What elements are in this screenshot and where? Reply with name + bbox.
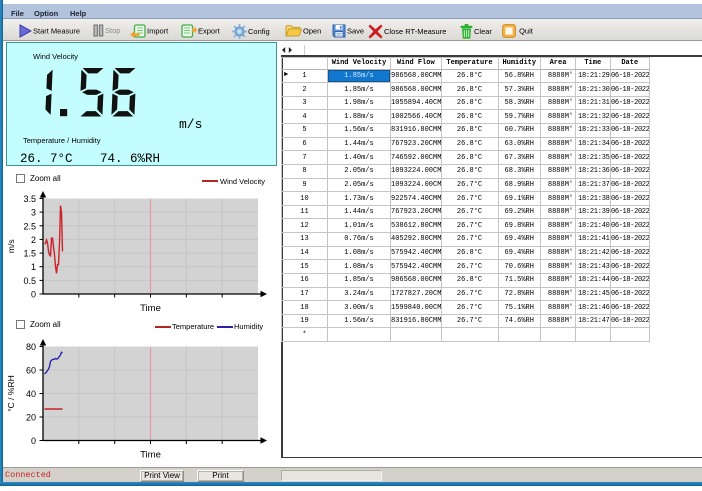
svg-text:°C / %RH: °C / %RH <box>6 375 16 411</box>
svg-text:Time: Time <box>140 303 161 314</box>
svg-text:2: 2 <box>31 235 36 245</box>
svg-text:1.5: 1.5 <box>23 249 36 259</box>
svg-text:Time: Time <box>140 450 161 461</box>
svg-text:3: 3 <box>31 208 36 218</box>
svg-text:0.5: 0.5 <box>23 276 36 286</box>
svg-text:0: 0 <box>31 436 36 446</box>
svg-text:1: 1 <box>31 262 36 272</box>
svg-text:3.5: 3.5 <box>23 194 36 204</box>
svg-text:20: 20 <box>26 413 36 423</box>
svg-text:40: 40 <box>26 389 36 399</box>
svg-text:2.5: 2.5 <box>23 221 36 231</box>
svg-text:m/s: m/s <box>6 239 16 253</box>
svg-text:80: 80 <box>26 342 36 352</box>
svg-text:0: 0 <box>31 290 36 300</box>
svg-text:60: 60 <box>26 366 36 376</box>
